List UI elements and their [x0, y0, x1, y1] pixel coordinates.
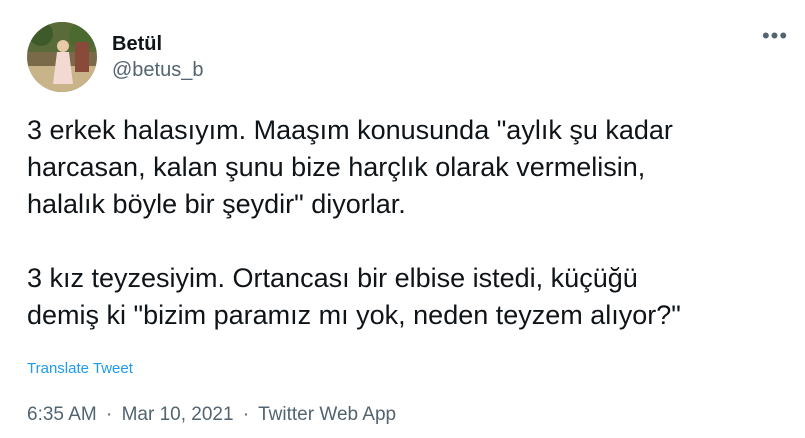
tweet-text: 3 erkek halasıyım. Maaşım konusunda "ayl… — [27, 112, 797, 334]
tweet-text-line: demiş ki "bizim paramız mı yok, neden te… — [27, 300, 681, 330]
tweet-text-line: 3 erkek halasıyım. Maaşım konusunda "ayl… — [27, 115, 673, 145]
tweet-card: Betül @betus_b ••• 3 erkek halasıyım. Ma… — [0, 0, 805, 438]
avatar-image — [27, 22, 97, 92]
author-name[interactable]: Betül — [112, 32, 162, 56]
author-handle[interactable]: @betus_b — [112, 58, 203, 82]
translate-tweet-link[interactable]: Translate Tweet — [27, 360, 133, 378]
tweet-text-line: halalık böyle bir şeydir" diyorlar. — [27, 189, 406, 219]
tweet-date[interactable]: Mar 10, 2021 — [122, 404, 234, 425]
separator: · — [242, 404, 250, 425]
more-options-icon[interactable]: ••• — [760, 25, 790, 47]
tweet-meta: 6:35 AM · Mar 10, 2021 · Twitter Web App — [27, 403, 396, 427]
tweet-source-app[interactable]: Twitter Web App — [258, 404, 396, 425]
tweet-text-line: harcasan, kalan şunu bize harçlık olarak… — [27, 152, 646, 182]
separator: · — [106, 404, 113, 425]
tweet-text-line: 3 kız teyzesiyim. Ortancası bir elbise i… — [27, 263, 638, 293]
tweet-time[interactable]: 6:35 AM — [27, 404, 97, 425]
avatar[interactable] — [27, 22, 97, 92]
